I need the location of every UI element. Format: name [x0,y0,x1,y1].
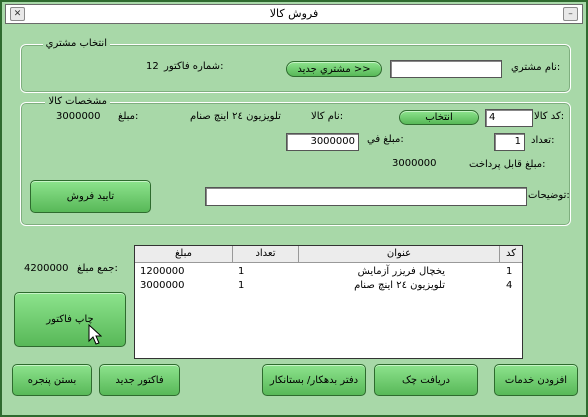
new-customer-button[interactable]: مشتري جديد >> [286,61,382,77]
invoice-number-label: شماره فاکتور: [164,61,224,72]
mouse-cursor-icon [88,324,102,345]
column-header-amount[interactable]: مبلغ [135,246,233,263]
row-quantity: 1 [238,280,245,291]
receive-check-button[interactable]: دريافت چک [374,364,478,396]
title-bar: فروش کالا ✕ – [5,4,583,24]
goods-code-input[interactable]: 4 [485,109,533,127]
goods-code-label: کد کالا: [534,111,565,122]
minimize-icon[interactable]: – [563,7,578,21]
row-amount: 1200000 [140,266,185,277]
goods-name-label: نام کالا: [311,111,344,122]
print-invoice-button[interactable]: چاپ فاکتور [14,292,126,347]
table-row[interactable]: 1200000 1 يخچال فريزر آزمايش 1 [135,265,522,278]
invoice-items-table: مبلغ تعداد عنوان کد 1200000 1 يخچال فريز… [134,245,523,359]
table-header: مبلغ تعداد عنوان کد [135,246,522,263]
total-label: جمع مبلغ: [77,263,118,274]
total-value: 4200000 [24,263,69,274]
close-icon[interactable]: ✕ [10,7,25,21]
payable-amount-label: مبلغ قابل پرداخت: [469,159,546,170]
ledger-button[interactable]: دفتر بدهکار/ بستانکار [262,364,366,396]
window-title: فروش کالا [269,7,319,20]
amount-label: مبلغ: [118,111,139,122]
goods-group-title: مشخصات کالا [45,95,110,109]
sales-window: فروش کالا ✕ – انتخاب مشتري نام مشتري: مش… [0,0,588,417]
quantity-label: تعداد: [531,135,555,146]
payable-amount-value: 3000000 [392,158,437,169]
new-invoice-button[interactable]: فاکتور جديد [99,364,180,396]
close-window-button[interactable]: بستن پنجره [12,364,92,396]
unit-price-input[interactable]: 3000000 [286,133,359,151]
amount-value: 3000000 [56,111,101,122]
description-label: توضيحات: [528,190,570,201]
row-amount: 3000000 [140,280,185,291]
row-title: تلويزيون ٢٤ اينچ صنام [354,280,445,291]
row-quantity: 1 [238,266,245,277]
goods-name-value: تلويزيون ٢٤ اينچ صنام [190,111,281,122]
row-code: 1 [506,266,513,277]
quantity-input[interactable]: 1 [494,133,525,151]
customer-name-label: نام مشتري: [511,62,561,73]
unit-price-label: مبلغ في: [367,134,404,145]
column-header-quantity[interactable]: تعداد [233,246,299,263]
description-input[interactable] [205,187,527,206]
invoice-number-value: 12 [146,61,159,72]
column-header-title[interactable]: عنوان [299,246,500,263]
customer-name-input[interactable] [390,60,502,78]
column-header-code[interactable]: کد [500,246,522,263]
add-services-button[interactable]: افزودن خدمات [494,364,578,396]
customer-group-title: انتخاب مشتري [42,37,110,51]
table-row[interactable]: 3000000 1 تلويزيون ٢٤ اينچ صنام 4 [135,279,522,292]
select-goods-button[interactable]: انتخاب [399,110,479,125]
row-code: 4 [506,280,513,291]
confirm-sale-button[interactable]: تاييد فروش [30,180,151,213]
row-title: يخچال فريزر آزمايش [357,266,445,277]
